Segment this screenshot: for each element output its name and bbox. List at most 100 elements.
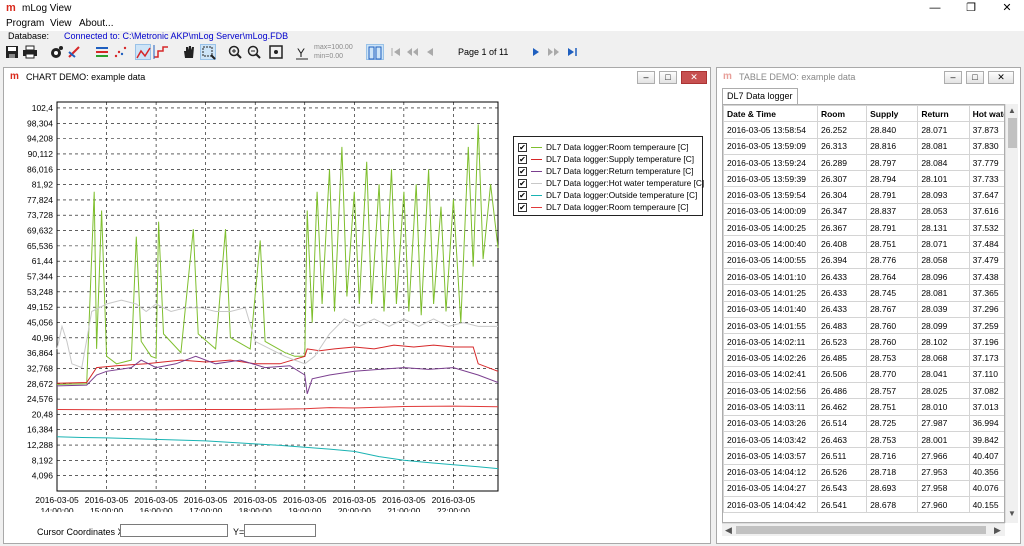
zoom-box-icon[interactable] (200, 44, 216, 60)
prev-multi-icon[interactable] (404, 44, 420, 60)
scroll-thumb-vertical[interactable] (1008, 118, 1017, 148)
chart-minimize-icon[interactable]: – (637, 71, 655, 84)
table-row[interactable]: 2016-03-05 13:59:39 26.307 28.794 28.101 37.… (723, 170, 1004, 188)
table-cell: 2016-03-05 14:03:11 (723, 398, 818, 416)
column-header[interactable]: Supply (866, 105, 919, 123)
close-icon[interactable]: ✕ (990, 0, 1024, 17)
tab-dl7-data-logger[interactable]: DL7 Data logger (722, 88, 798, 104)
table-row[interactable]: 2016-03-05 14:02:26 26.485 28.753 28.068 37.… (723, 349, 1004, 367)
scroll-up-icon[interactable]: ▲ (1008, 106, 1016, 115)
column-header[interactable]: Hot wate (968, 105, 1004, 123)
table-cell: 28.102 (917, 333, 970, 351)
minimize-icon[interactable]: — (918, 0, 952, 17)
table-cell: 28.837 (866, 202, 919, 221)
table-row[interactable]: 2016-03-05 14:04:12 26.526 28.718 27.953 40.… (723, 463, 1004, 481)
legend-label: DL7 Data logger:Outside temperature [C] (546, 190, 698, 200)
first-page-icon[interactable] (388, 44, 404, 60)
legend-checkbox[interactable]: ✔ (518, 143, 527, 152)
table-row[interactable]: 2016-03-05 14:00:40 26.408 28.751 28.071 37.… (723, 235, 1004, 253)
scatter-icon[interactable] (113, 44, 129, 60)
table-cell: 2016-03-05 14:00:09 (723, 202, 818, 221)
table-row[interactable]: 2016-03-05 13:59:24 26.289 28.797 28.084 37.… (723, 153, 1004, 172)
restore-icon[interactable]: ❐ (954, 0, 988, 17)
table-restore-icon[interactable]: □ (966, 71, 984, 84)
table-cell: 28.096 (917, 267, 970, 286)
table-cell: 28.753 (866, 349, 919, 367)
series-list-icon[interactable] (94, 44, 110, 60)
table-cell: 40.356 (968, 463, 1004, 481)
legend-checkbox[interactable]: ✔ (518, 203, 527, 212)
table-row[interactable]: 2016-03-05 14:00:25 26.367 28.791 28.131 37.… (723, 219, 1004, 237)
table-row[interactable]: 2016-03-05 14:03:57 26.511 28.716 27.966 40.… (723, 447, 1004, 465)
table-minimize-icon[interactable]: – (944, 71, 962, 84)
table-row[interactable]: 2016-03-05 14:00:55 26.394 28.776 28.058 37.… (723, 251, 1004, 269)
table-row[interactable]: 2016-03-05 14:03:26 26.514 28.725 27.987 36.… (723, 414, 1004, 432)
table-vertical-scrollbar[interactable]: ▲ ▼ (1005, 104, 1018, 523)
table-row[interactable]: 2016-03-05 14:01:25 26.433 28.745 28.081 37.… (723, 284, 1004, 302)
menu-program[interactable]: Program (6, 18, 44, 29)
legend-swatch (531, 207, 542, 208)
table-row[interactable]: 2016-03-05 14:04:42 26.541 28.678 27.960 40.… (723, 496, 1004, 514)
chart-close-icon[interactable]: ✕ (681, 71, 707, 84)
prev-icon[interactable] (422, 44, 438, 60)
line-chart-icon[interactable] (135, 44, 151, 60)
table-cell: 40.155 (968, 496, 1004, 514)
column-header[interactable]: Date & Time (723, 105, 818, 123)
table-row[interactable]: 2016-03-05 14:04:27 26.543 28.693 27.958 40.… (723, 479, 1004, 498)
last-page-icon[interactable] (564, 44, 580, 60)
pan-icon[interactable] (181, 44, 197, 60)
fit-icon[interactable] (268, 44, 284, 60)
table-row[interactable]: 2016-03-05 14:02:56 26.486 28.757 28.025 37.… (723, 382, 1004, 400)
table-cell: 26.307 (816, 170, 868, 188)
scroll-thumb-horizontal[interactable] (736, 526, 986, 534)
scroll-down-icon[interactable]: ▼ (1008, 509, 1016, 518)
table-window-logo-icon: m (723, 71, 732, 82)
table-row[interactable]: 2016-03-05 14:02:41 26.506 28.770 28.041 37.… (723, 365, 1004, 384)
split-view-icon[interactable] (366, 44, 384, 60)
table-cell: 28.039 (917, 300, 970, 318)
legend-checkbox[interactable]: ✔ (518, 191, 527, 200)
zoom-in-icon[interactable] (227, 44, 243, 60)
table-cell: 26.543 (816, 479, 868, 498)
pen-icon[interactable] (66, 44, 82, 60)
table-cell: 26.367 (816, 219, 868, 237)
legend-checkbox[interactable]: ✔ (518, 167, 527, 176)
column-header[interactable]: Room (816, 105, 868, 123)
table-row[interactable]: 2016-03-05 14:02:11 26.523 28.760 28.102 37.… (723, 333, 1004, 351)
table-row[interactable]: 2016-03-05 14:00:09 26.347 28.837 28.053 37.… (723, 202, 1004, 221)
table-close-icon[interactable]: ✕ (988, 71, 1014, 84)
table-row[interactable]: 2016-03-05 14:03:42 26.463 28.753 28.001 39.… (723, 430, 1004, 449)
legend-label: DL7 Data logger:Supply temperature [C] (546, 154, 695, 164)
legend-checkbox[interactable]: ✔ (518, 179, 527, 188)
table-cell: 28.718 (866, 463, 919, 481)
table-horizontal-scrollbar[interactable]: ◀ ▶ (722, 523, 1005, 536)
menu-view[interactable]: View (50, 18, 72, 29)
scroll-left-icon[interactable]: ◀ (725, 525, 732, 536)
next-icon[interactable] (528, 44, 544, 60)
chart-restore-icon[interactable]: □ (659, 71, 677, 84)
y-axis-icon[interactable]: Y (294, 44, 310, 60)
menu-about[interactable]: About... (79, 18, 113, 29)
save-icon[interactable] (4, 44, 20, 60)
next-multi-icon[interactable] (546, 44, 562, 60)
table-row[interactable]: 2016-03-05 14:01:40 26.433 28.767 28.039 37.… (723, 300, 1004, 318)
step-chart-icon[interactable] (153, 44, 169, 60)
zoom-out-icon[interactable] (246, 44, 262, 60)
table-cell: 39.842 (968, 430, 1004, 449)
table-row[interactable]: 2016-03-05 13:59:54 26.304 28.791 28.093 37.… (723, 186, 1004, 204)
cursor-y-field[interactable] (244, 524, 316, 537)
column-header[interactable]: Return (917, 105, 970, 123)
legend-checkbox[interactable]: ✔ (518, 155, 527, 164)
table-cell: 28.745 (866, 284, 919, 302)
cursor-x-field[interactable] (120, 524, 228, 537)
scroll-right-icon[interactable]: ▶ (994, 525, 1001, 536)
x-tick-time: 22:00:00 (437, 506, 470, 512)
table-row[interactable]: 2016-03-05 14:03:11 26.462 28.751 28.010 37.… (723, 398, 1004, 416)
table-row[interactable]: 2016-03-05 13:58:54 26.252 28.840 28.071 37.… (723, 121, 1004, 139)
table-row[interactable]: 2016-03-05 14:01:10 26.433 28.764 28.096 37.… (723, 267, 1004, 286)
table-row[interactable]: 2016-03-05 14:01:55 26.483 28.760 28.099 37.… (723, 316, 1004, 335)
settings-icon[interactable] (48, 44, 64, 60)
print-icon[interactable] (22, 44, 38, 60)
table-cell: 2016-03-05 14:02:26 (723, 349, 818, 367)
table-row[interactable]: 2016-03-05 13:59:09 26.313 28.816 28.081 37.… (723, 137, 1004, 155)
